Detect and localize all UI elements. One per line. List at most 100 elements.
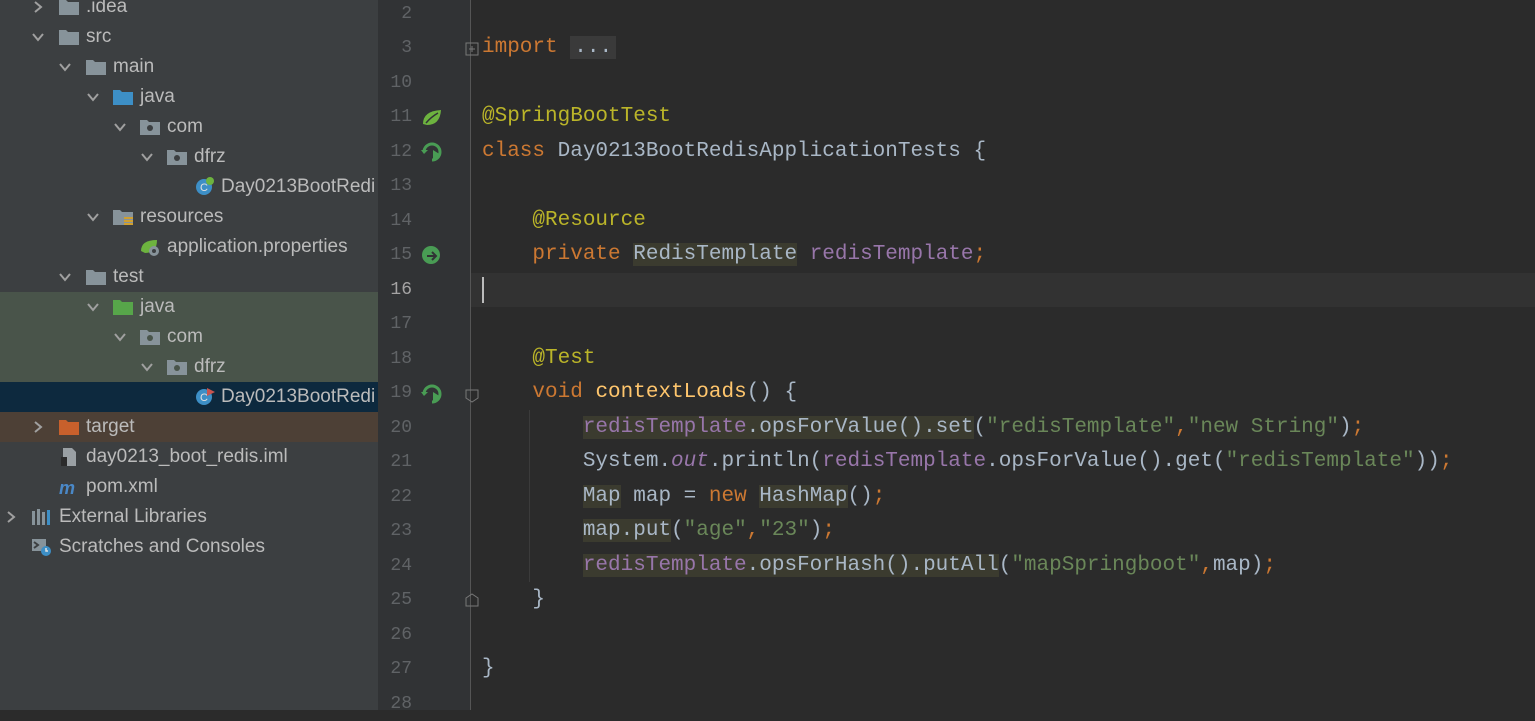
chevron-down-icon[interactable] [30, 29, 46, 45]
code-token: redisTemplate [809, 243, 974, 266]
code-line-19[interactable]: void contextLoads() { [482, 376, 797, 410]
code-token: void [532, 381, 583, 404]
code-token: "mapSpringboot" [1011, 554, 1201, 577]
code-line-23[interactable]: map.put("age","23"); [482, 514, 835, 548]
fold-end-icon[interactable] [464, 592, 480, 608]
code-token: private [532, 243, 621, 266]
spring-boot-class-icon: C [196, 177, 214, 195]
test-class-icon: C [196, 388, 215, 405]
code-token: ; [822, 519, 835, 542]
code-token: import [482, 36, 558, 59]
line-number: 23 [390, 521, 412, 541]
libraries-icon [32, 509, 50, 525]
tree-item-label: dfrz [194, 146, 226, 167]
tree-item-label: dfrz [194, 356, 226, 377]
chevron-down-icon[interactable] [85, 299, 101, 315]
line-number: 26 [390, 625, 412, 645]
line-number: 22 [390, 487, 412, 507]
chevron-right-icon[interactable] [30, 0, 46, 15]
autowired-navigate-icon[interactable] [420, 244, 444, 268]
iml-file-icon [61, 448, 76, 466]
tree-item-idea[interactable]: .idea [0, 0, 378, 22]
line-number: 11 [390, 107, 412, 127]
code-token: class [482, 140, 546, 163]
code-line-27[interactable]: } [482, 652, 495, 686]
tree-item-scratches[interactable]: Scratches and Consoles [0, 532, 378, 562]
run-test-method-icon[interactable] [420, 382, 444, 406]
code-line-3[interactable]: import ... [482, 31, 617, 65]
folder-icon [59, 0, 79, 15]
folded-imports[interactable]: ... [570, 36, 617, 59]
chevron-right-icon[interactable] [3, 509, 19, 525]
code-token: contextLoads [595, 381, 747, 404]
code-line-15[interactable]: private RedisTemplate redisTemplate; [482, 238, 986, 272]
tree-item-test-com[interactable]: com [0, 322, 378, 352]
source-folder-icon [113, 90, 133, 105]
tree-item-label: target [86, 416, 135, 437]
line-number: 25 [390, 590, 412, 610]
chevron-down-icon[interactable] [112, 119, 128, 135]
spring-bean-icon[interactable] [420, 106, 444, 130]
code-line-12[interactable]: class Day0213BootRedisApplicationTests { [482, 135, 986, 169]
code-token: out [671, 450, 709, 473]
tree-item-test[interactable]: test [0, 262, 378, 292]
code-line-21[interactable]: System.out.println(redisTemplate.opsForV… [482, 445, 1453, 479]
chevron-down-icon[interactable] [112, 329, 128, 345]
chevron-down-icon[interactable] [85, 89, 101, 105]
code-token: , [1175, 416, 1188, 439]
tree-item-target[interactable]: target [0, 412, 378, 442]
tree-item-label: resources [140, 206, 224, 227]
code-token: redisTemplate [822, 450, 987, 473]
tree-item-label: java [140, 296, 175, 317]
code-token: new [708, 485, 747, 508]
tree-item-iml[interactable]: day0213_boot_redis.iml [0, 442, 378, 472]
line-number: 20 [390, 418, 412, 438]
chevron-down-icon[interactable] [57, 269, 73, 285]
tree-item-external-libraries[interactable]: External Libraries [0, 502, 378, 532]
chevron-down-icon[interactable] [85, 209, 101, 225]
tree-item-application-properties[interactable]: application.properties [0, 232, 378, 262]
tree-item-test-class[interactable]: C Day0213BootRedi [0, 382, 378, 412]
code-token: ) [1338, 416, 1352, 439]
code-line-20[interactable]: redisTemplate.opsForValue().set("redisTe… [482, 411, 1364, 445]
tree-item-test-dfrz[interactable]: dfrz [0, 352, 378, 382]
chevron-down-icon[interactable] [139, 149, 155, 165]
chevron-down-icon[interactable] [57, 59, 73, 75]
run-test-class-icon[interactable] [420, 140, 444, 164]
tree-item-main-com[interactable]: com [0, 112, 378, 142]
code-line-22[interactable]: Map map = new HashMap(); [482, 480, 885, 514]
code-line-14[interactable]: @Resource [482, 204, 645, 238]
current-line-highlight [471, 273, 1535, 307]
tree-item-src[interactable]: src [0, 22, 378, 52]
code-token: ( [671, 519, 684, 542]
tree-item-pom[interactable]: m pom.xml [0, 472, 378, 502]
line-number: 13 [390, 176, 412, 196]
tree-item-label: .idea [86, 0, 128, 17]
chevron-right-icon[interactable] [30, 419, 46, 435]
line-number: 17 [390, 314, 412, 334]
code-token: "redisTemplate" [986, 416, 1176, 439]
test-source-folder-icon [113, 300, 133, 315]
code-token: ) [809, 519, 823, 542]
fold-expand-icon[interactable] [464, 41, 480, 57]
package-icon [140, 330, 160, 345]
tree-item-main-java[interactable]: java [0, 82, 378, 112]
code-line-11[interactable]: @SpringBootTest [482, 100, 671, 134]
chevron-down-icon[interactable] [139, 359, 155, 375]
code-line-24[interactable]: redisTemplate.opsForHash().putAll("mapSp… [482, 549, 1276, 583]
code-token: () { [746, 381, 798, 404]
code-token: ; [973, 243, 987, 266]
fold-collapse-icon[interactable] [464, 388, 480, 404]
tree-item-app-class[interactable]: C Day0213BootRedi [0, 172, 378, 202]
code-line-25[interactable]: } [482, 583, 545, 617]
code-token: map) [1212, 554, 1264, 577]
tree-item-main-dfrz[interactable]: dfrz [0, 142, 378, 172]
tree-item-resources[interactable]: resources [0, 202, 378, 232]
code-line-18[interactable]: @Test [482, 342, 595, 376]
tree-item-main[interactable]: main [0, 52, 378, 82]
text-caret[interactable] [482, 277, 484, 303]
line-number: 3 [401, 38, 412, 58]
tree-item-test-java[interactable]: java [0, 292, 378, 322]
code-token: ( [973, 416, 987, 439]
